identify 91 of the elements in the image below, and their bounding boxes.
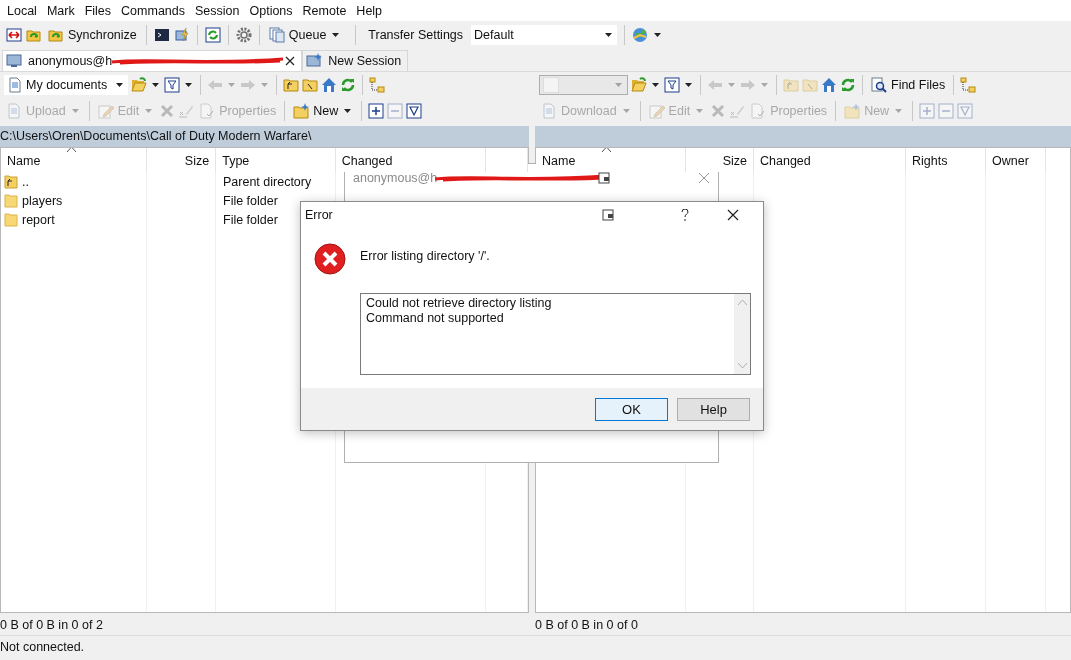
menu-item[interactable]: Mark [41, 3, 80, 18]
close-icon[interactable] [285, 56, 296, 66]
minus-icon[interactable] [938, 103, 955, 119]
caret-icon[interactable] [116, 83, 123, 87]
stack-icon[interactable] [268, 27, 285, 43]
menu-item[interactable]: Remote [297, 3, 352, 18]
forward-icon[interactable] [240, 77, 256, 93]
file-type: File folder [223, 212, 278, 227]
synchronize-button[interactable]: Synchronize [46, 24, 139, 46]
file-name[interactable]: report [22, 212, 55, 227]
folder-icon [4, 193, 18, 208]
compare-icon[interactable] [6, 27, 22, 43]
filter-icon[interactable] [164, 77, 180, 93]
back-icon[interactable] [707, 77, 723, 93]
file-name[interactable]: players [22, 193, 63, 208]
file-name[interactable]: .. [22, 174, 29, 189]
tree-icon[interactable] [960, 77, 977, 93]
scroll-down-icon[interactable] [737, 363, 747, 368]
forward-icon[interactable] [740, 77, 756, 93]
delete-icon[interactable] [159, 103, 176, 119]
new-window-icon[interactable] [306, 53, 323, 69]
open-folder-icon[interactable] [631, 77, 647, 93]
selection-status: 0 B of 0 B in 0 of 0 [535, 617, 639, 634]
menu-item[interactable]: Local [2, 3, 42, 18]
root-folder-icon[interactable] [302, 77, 318, 93]
queue-button[interactable]: Queue [266, 24, 344, 46]
gear-icon[interactable] [235, 27, 252, 43]
caret-icon[interactable] [185, 83, 192, 87]
menu-item[interactable]: Help [351, 3, 388, 18]
menu-item[interactable]: Options [244, 3, 298, 18]
refresh-icon[interactable] [340, 77, 356, 93]
session-tab[interactable]: anonymous@h [2, 50, 303, 71]
parent-folder-icon [4, 174, 18, 189]
scroll-up-icon[interactable] [737, 300, 747, 305]
session-tab[interactable]: New Session [302, 50, 409, 71]
plus-icon[interactable] [368, 103, 385, 119]
terminal-icon[interactable] [153, 27, 170, 43]
column-header[interactable]: Name [536, 148, 686, 172]
sync-folders-icon[interactable] [26, 27, 42, 43]
location-dropdown[interactable]: My documents [4, 75, 128, 95]
tree-icon[interactable] [369, 77, 385, 93]
menu-item[interactable]: Files [79, 3, 117, 18]
path-bar: C:\Users\Oren\Documents\Call of Duty Modern Warfare\ [0, 126, 529, 147]
details-field[interactable]: Could not retrieve directory listing Command not supported [360, 293, 751, 375]
transfer-settings-dropdown[interactable]: Default [471, 25, 618, 45]
menu-item[interactable]: Session [190, 3, 245, 18]
folder-icon [4, 212, 18, 227]
document-icon[interactable] [7, 77, 23, 93]
delete-icon[interactable] [710, 103, 727, 119]
back-icon[interactable] [207, 77, 223, 93]
column-header[interactable]: Size [686, 148, 754, 172]
home-icon[interactable] [321, 77, 337, 93]
menu-item[interactable]: Commands [116, 3, 190, 18]
home-icon[interactable] [821, 77, 837, 93]
caret-icon[interactable] [332, 33, 340, 37]
new-folder-icon[interactable] [293, 103, 310, 119]
error-icon [314, 243, 346, 275]
status-bar: Not connected. [0, 635, 1071, 660]
folder-arrows-icon[interactable] [48, 27, 64, 43]
open-folder-icon[interactable] [131, 77, 147, 93]
caret-icon[interactable] [654, 33, 662, 37]
error-message: Error listing directory '/'. [360, 249, 491, 263]
dialog-button[interactable]: OK [595, 397, 668, 421]
caret-icon[interactable] [344, 109, 352, 113]
filter-icon[interactable] [664, 77, 680, 93]
toolbar-button[interactable]: New [291, 100, 356, 122]
dialog-button[interactable]: Help [677, 397, 750, 421]
caret-icon[interactable] [605, 33, 613, 37]
parent-folder-icon[interactable] [283, 77, 299, 93]
detail-line: Command not supported [366, 311, 505, 326]
refresh-window-icon[interactable] [204, 27, 221, 43]
globe-icon[interactable] [632, 27, 649, 43]
selection-status: 0 B of 0 B in 0 of 2 [0, 617, 104, 634]
window-icon[interactable] [602, 209, 614, 221]
detail-line: Could not retrieve directory listing [366, 296, 553, 311]
transfer-settings-label: Transfer Settings [368, 28, 464, 42]
help-icon[interactable] [681, 209, 689, 221]
caret-icon[interactable] [652, 83, 659, 87]
find-files-button[interactable]: Find Files [869, 74, 948, 96]
invert-icon[interactable] [406, 103, 423, 119]
file-type: File folder [223, 193, 278, 208]
close-icon[interactable] [727, 209, 739, 221]
caret-icon[interactable] [152, 83, 159, 87]
dialog-title: anonymous@h [353, 171, 438, 185]
caret-icon[interactable] [685, 83, 692, 87]
window-icon[interactable] [598, 172, 611, 184]
file-type: Parent directory [223, 174, 312, 189]
search-icon[interactable] [871, 77, 887, 93]
dialog-title: Error [305, 208, 334, 222]
computer-icon[interactable] [6, 53, 22, 69]
refresh-icon[interactable] [840, 77, 856, 93]
